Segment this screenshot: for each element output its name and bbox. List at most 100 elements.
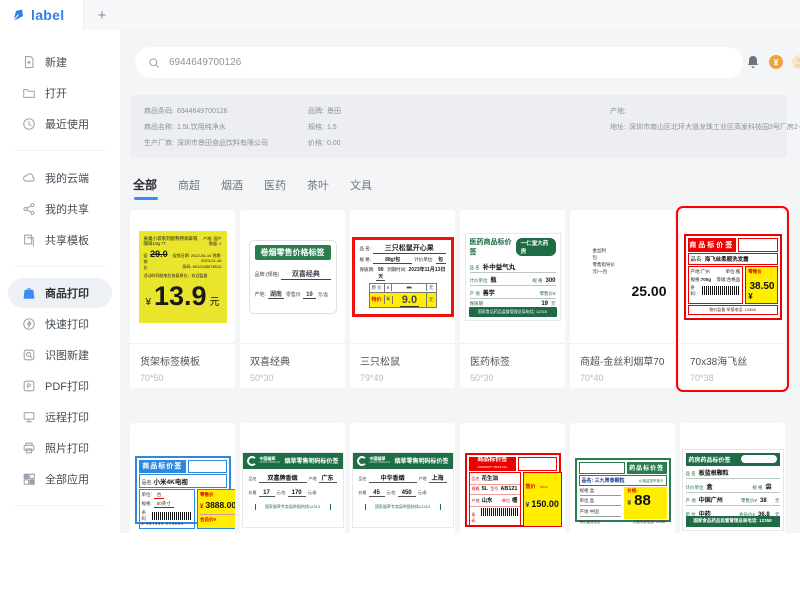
main-area: ¥ 商品条码:6944649700126 商品名称:1.5L饮用纯净水 生产厂商… [120, 30, 800, 533]
card-caption: 商超-金丝利烟草70×40 70*40 [570, 343, 675, 383]
template-card-peanut-oil[interactable]: 商品标价签COMMODITY PRICE TAG 品名花生油 规格5L型号AB1… [460, 423, 565, 601]
blank-box [579, 462, 625, 474]
logo-text: label [31, 7, 64, 23]
sidebar-item-label: 远程打印 [45, 409, 89, 425]
sidebar-item-label: 商品打印 [45, 285, 89, 301]
info-row-brand: 品牌:景田 [308, 104, 341, 120]
info-column-3: 产地: 地址:深圳市南山区北环大道龙珠工业区高发科技园3号厂房2-3层 [610, 104, 800, 136]
sidebar-item-quick-print[interactable]: 快速打印 [0, 308, 120, 339]
template-card-banlangen[interactable]: 药房药品标价签 品 名板蓝根颗粒 计价单位盒 规 格袋 产 地中国广州 零售价¥… [680, 423, 785, 601]
sidebar-item-my-cloud[interactable]: 我的云端 [0, 162, 120, 193]
sidebar-item-all-apps[interactable]: 全部应用 [0, 463, 120, 494]
template-card-shuangxi-cigarette[interactable]: 中国烟草CHINA TOBACCO 烟草零售明码标价签 品名双喜牌香烟 产地广东… [240, 423, 345, 601]
sidebar-item-image-recognition[interactable]: 识图新建 [0, 339, 120, 370]
sidebar: 新建 打开 最近使用 我的云端 我的共享 共享模板 商品打印 快速打印 识图新建… [0, 30, 120, 533]
tab-stationery[interactable]: 文具 [350, 177, 372, 200]
template-card-zhonghua-cigarette[interactable]: 中国烟草CHINA TOBACCO 烟草零售明码标价签 品名中华香烟 产地上海 … [350, 423, 455, 601]
pharmacy-price-label: 医药商品标价签 一仁堂大药房 品 名补中益气丸 计价单位瓶 规 格300 产 地… [465, 233, 561, 321]
sidebar-item-pdf-print[interactable]: P PDF打印 [0, 370, 120, 401]
bell-icon[interactable] [745, 54, 761, 70]
blank-box [518, 457, 557, 471]
card-size: 79*49 [360, 373, 445, 383]
cloud-icon [22, 171, 36, 185]
sidebar-item-my-shares[interactable]: 我的共享 [0, 193, 120, 224]
template-card-sanzhisongshu[interactable]: 品 名:三只松鼠开心果 规 格:88g/包 计价单位:包 保质期:90天 到期时… [350, 210, 455, 388]
sidebar-divider [14, 150, 106, 151]
card-caption: 医药标签 50*30 [460, 343, 565, 383]
active-tab-underline [134, 197, 158, 200]
sidebar-item-label: 识图新建 [45, 347, 89, 363]
new-tab-button[interactable]: + [84, 0, 120, 30]
tobacco-price-label: 中国烟草CHINA TOBACCO 烟草零售明码标价签 品名双喜牌香烟 产地广东… [242, 452, 344, 528]
sidebar-divider [14, 505, 106, 506]
label-preview: 中国烟草CHINA TOBACCO 烟草零售明码标价签 品名中华香烟 产地上海 … [350, 423, 455, 556]
plain-price-label: 金丝利 包 零售指导价 元/一包 25.00 [575, 221, 671, 333]
card-size: 70*40 [580, 373, 665, 383]
sidebar-item-new[interactable]: 新建 [0, 46, 120, 77]
sidebar-item-product-print[interactable]: 商品打印 [8, 278, 112, 308]
label-preview: 商品标价签 品名: 海飞丝柔顺洗发露 产地:广州单位:瓶 规格:700g等级:合… [680, 210, 785, 343]
blank-box [738, 238, 777, 252]
template-card-sanjiu[interactable]: 药品标价签 品名: 三九胃泰颗粒 价格监督举报卡 规格 盒 单位 盒 产地 中国 [570, 423, 675, 601]
svg-text:P: P [27, 383, 32, 390]
label-preview: 商品标价签COMMODITY PRICE TAG 品名花生油 规格5L型号AB1… [460, 423, 565, 556]
info-row-address: 地址:深圳市南山区北环大道龙珠工业区高发科技园3号厂房2-3层 [610, 120, 800, 136]
price-supervision-footer: 物价监督 举报电话: 12358 [688, 305, 778, 315]
blank-oval [741, 455, 777, 463]
info-row-manufacturer: 生产厂商:深圳市景田食品饮料有限公司 [144, 136, 268, 152]
sidebar-item-recent[interactable]: 最近使用 [0, 108, 120, 139]
blank-box [188, 460, 227, 473]
tab-medicine[interactable]: 医药 [264, 177, 286, 200]
template-card-shelf-label[interactable]: 雀巢小袋系列醇熟特调拿铁咖啡10g *7 产地: 国产数量: 1 促销价29.0… [130, 210, 235, 388]
pharmacy-badge: 一仁堂大药房 [516, 238, 556, 256]
info-column-2: 品牌:景田 规格:1.5 价格:0.00 [308, 104, 341, 152]
tab-all[interactable]: 全部 [133, 176, 157, 200]
sidebar-item-label: 照片打印 [45, 440, 89, 456]
regulator-footer: 国家食品药品监督管理总局电话: 12315 [469, 307, 557, 317]
search-input[interactable] [167, 56, 571, 69]
remote-printer-icon [22, 410, 36, 424]
sidebar-item-shared-templates[interactable]: 共享模板 [0, 224, 120, 255]
svg-text:¥: ¥ [773, 58, 778, 68]
china-tobacco-logo-icon [247, 456, 257, 466]
coin-icon[interactable]: ¥ [768, 54, 784, 70]
search-bar[interactable] [135, 47, 743, 78]
sidebar-item-label: 全部应用 [45, 471, 89, 487]
tab-tobacco-alcohol[interactable]: 烟酒 [221, 177, 243, 200]
topbar-actions: ¥ [745, 54, 800, 70]
tv-price-label: 商品标价签 品名小米4K电视 单位:台 规格:60英寸 条码 6 987453 … [135, 456, 231, 524]
template-card-shuangxi[interactable]: 卷烟零售价格标签 品牌:(规格) 双喜经典 产地: 湖南 零售价 19 元/盒 … [240, 210, 345, 388]
info-row-barcode: 商品条码:6944649700126 [144, 104, 268, 120]
cigarette-price-label: 卷烟零售价格标签 品牌:(规格) 双喜经典 产地: 湖南 零售价 19 元/盒 [249, 240, 337, 314]
app-tab[interactable]: label [0, 0, 84, 30]
template-card-jinsili[interactable]: 金丝利 包 零售指导价 元/一包 25.00 商超-金丝利烟草70×40 70*… [570, 210, 675, 388]
template-card-xiaomi-tv[interactable]: 商品标价签 品名小米4K电视 单位:台 规格:60英寸 条码 6 987453 … [130, 423, 235, 601]
sidebar-item-photo-print[interactable]: 照片打印 [0, 432, 120, 463]
sidebar-item-label: 共享模板 [45, 232, 89, 248]
tobacco-price-label: 中国烟草CHINA TOBACCO 烟草零售明码标价签 品名中华香烟 产地上海 … [352, 452, 454, 528]
template-card-haifeisi-selected[interactable]: 商品标价签 品名: 海飞丝柔顺洗发露 产地:广州单位:瓶 规格:700g等级:合… [680, 210, 785, 388]
card-size: 70*50 [140, 373, 225, 383]
barcode [481, 508, 518, 516]
tab-tea[interactable]: 茶叶 [307, 177, 329, 200]
tab-supermarket[interactable]: 商超 [178, 177, 200, 200]
commodity-price-label: 商品标价签COMMODITY PRICE TAG 品名花生油 规格5L型号AB1… [465, 453, 561, 527]
card-title: 双喜经典 [250, 353, 335, 368]
label-preview: 卷烟零售价格标签 品牌:(规格) 双喜经典 产地: 湖南 零售价 19 元/盒 [240, 210, 345, 343]
sidebar-item-label: 新建 [45, 54, 67, 70]
label-preview: 商品标价签 品名小米4K电视 单位:台 规格:60英寸 条码 6 987453 … [130, 423, 235, 556]
medicine-price-label: 药品标价签 品名: 三九胃泰颗粒 价格监督举报卡 规格 盒 单位 盒 产地 中国 [575, 458, 671, 522]
barcode [702, 286, 740, 295]
card-caption: 70x38海飞丝 70*38 [680, 343, 785, 383]
share-icon [22, 202, 36, 216]
photo-printer-icon [22, 441, 36, 455]
avatar-icon[interactable] [791, 54, 800, 70]
sidebar-item-remote-print[interactable]: 远程打印 [0, 401, 120, 432]
sidebar-divider [14, 266, 106, 267]
template-card-yiyao[interactable]: 医药商品标价签 一仁堂大药房 品 名补中益气丸 计价单位瓶 规 格300 产 地… [460, 210, 565, 388]
china-tobacco-logo-icon [357, 456, 367, 466]
sidebar-item-open[interactable]: 打开 [0, 77, 120, 108]
regulator-footer: 国家食品药品监督管理总局电话: 12358 [686, 516, 780, 527]
info-row-name: 商品名称:1.5L饮用纯净水 [144, 120, 268, 136]
card-title: 70x38海飞丝 [690, 353, 775, 368]
